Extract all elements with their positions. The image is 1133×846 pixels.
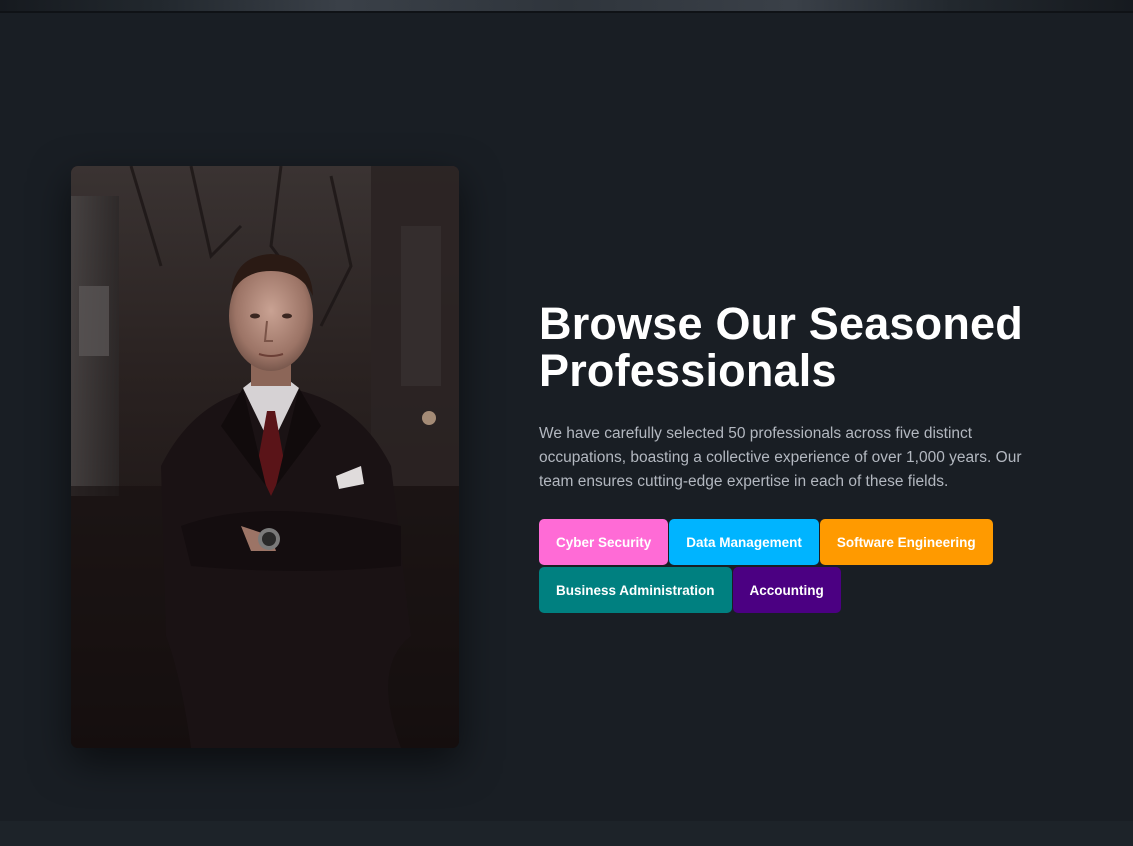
- tag-cyber-security[interactable]: Cyber Security: [539, 519, 669, 565]
- bottom-section-edge: [0, 821, 1133, 846]
- hero-content: Browse Our Seasoned Professionals We hav…: [539, 300, 1059, 613]
- page-title: Browse Our Seasoned Professionals: [539, 300, 1059, 394]
- hero-description: We have carefully selected 50 profession…: [539, 425, 1022, 490]
- title-line-2: Professionals: [539, 345, 837, 396]
- top-banner-strip: [0, 0, 1133, 13]
- title-line-1: Browse Our Seasoned: [539, 298, 1023, 349]
- tag-accounting[interactable]: Accounting: [732, 567, 841, 613]
- tag-business-administration[interactable]: Business Administration: [539, 567, 732, 613]
- tag-software-engineering[interactable]: Software Engineering: [819, 519, 993, 565]
- tag-data-management[interactable]: Data Management: [669, 519, 819, 565]
- professional-photo: [71, 166, 459, 748]
- occupation-tags: Cyber Security Data Management Software …: [539, 519, 999, 613]
